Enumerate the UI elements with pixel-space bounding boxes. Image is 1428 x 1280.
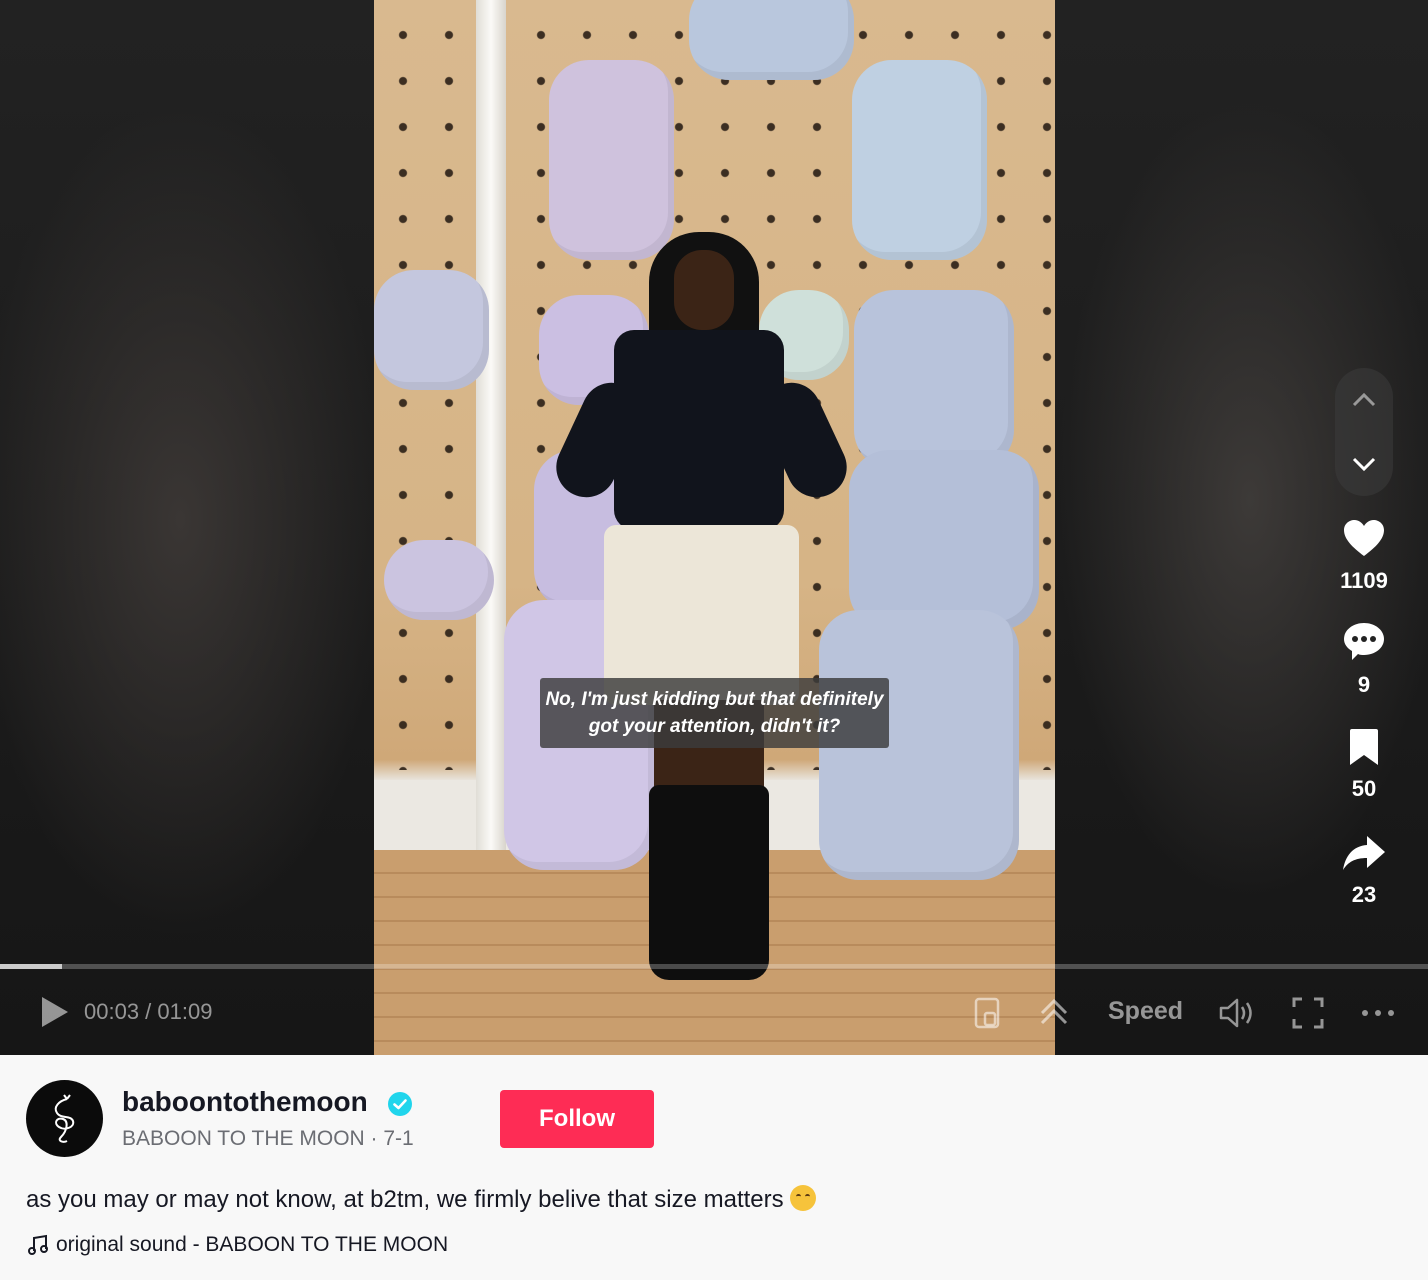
share-count: 23 — [1351, 882, 1377, 907]
blushing-face-icon — [789, 1185, 816, 1211]
comment-count: 9 — [1357, 672, 1371, 697]
author-username[interactable]: baboontothemoon — [122, 1086, 368, 1118]
bag-blue-backpack — [852, 60, 987, 260]
bag-blue-duffel-1 — [854, 290, 1014, 470]
video-navigation — [1335, 368, 1393, 496]
more-options-button[interactable] — [1360, 995, 1396, 1031]
next-video-button[interactable] — [1335, 432, 1393, 496]
more-icon — [1362, 1010, 1394, 1016]
bag-blue-top — [689, 0, 854, 80]
play-icon — [42, 997, 68, 1027]
bag-lilac-backpack — [549, 60, 674, 260]
time-display: 00:03 / 01:09 — [84, 999, 213, 1024]
bag-sling-left — [374, 270, 489, 390]
like-count: 1109 — [1340, 568, 1388, 593]
chevron-up-icon — [1352, 392, 1376, 407]
share-action: 23 — [1324, 834, 1404, 908]
chevron-down-icon — [1352, 457, 1376, 472]
follow-button[interactable]: Follow — [500, 1090, 654, 1148]
baboon-logo-icon — [54, 1093, 74, 1143]
player-controls: 00:03 / 01:09 Speed — [0, 985, 1428, 1040]
picture-in-picture-icon — [974, 997, 1000, 1029]
post-info: baboontothemoon BABOON TO THE MOON · 7-1… — [0, 1055, 1428, 1280]
video-player: No, I'm just kidding but that definitely… — [0, 0, 1428, 1055]
video-subtitle: No, I'm just kidding but that definitely… — [540, 678, 889, 748]
author-display-name-date: BABOON TO THE MOON · 7-1 — [122, 1127, 414, 1150]
person-face — [674, 250, 734, 330]
avatar[interactable] — [26, 1080, 103, 1157]
bag-sling-left-2 — [384, 540, 494, 620]
post-caption: as you may or may not know, at b2tm, we … — [26, 1185, 816, 1214]
bookmark-icon[interactable] — [1348, 728, 1380, 766]
fullscreen-button[interactable] — [1290, 995, 1326, 1031]
save-count: 50 — [1351, 776, 1377, 801]
person-sweater — [614, 330, 784, 530]
autoscroll-icon — [1040, 998, 1068, 1025]
previous-video-button[interactable] — [1335, 368, 1393, 432]
subtitle-line-1: No, I'm just kidding but that definitely — [545, 689, 884, 710]
white-pipe — [476, 0, 506, 850]
heart-icon[interactable] — [1342, 518, 1386, 558]
person-boots — [649, 785, 769, 980]
volume-icon — [1219, 998, 1252, 1028]
video-frame[interactable]: No, I'm just kidding but that definitely… — [374, 0, 1055, 1055]
volume-button[interactable] — [1218, 995, 1254, 1031]
progress-bar[interactable] — [0, 964, 1428, 969]
music-note-icon — [28, 1234, 48, 1255]
like-action: 1109 — [1324, 518, 1404, 594]
caption-text: as you may or may not know, at b2tm, we … — [26, 1186, 784, 1213]
speed-button[interactable]: Speed — [1108, 997, 1183, 1026]
bag-blue-duffel-2 — [849, 450, 1039, 630]
play-button[interactable] — [38, 995, 72, 1029]
comment-icon[interactable] — [1342, 620, 1386, 662]
share-icon[interactable] — [1341, 834, 1387, 872]
music-title: original sound - BABOON TO THE MOON — [56, 1233, 449, 1256]
music-link[interactable]: original sound - BABOON TO THE MOON — [28, 1233, 448, 1257]
fullscreen-icon — [1292, 997, 1324, 1029]
progress-fill — [0, 964, 63, 969]
comment-action: 9 — [1324, 620, 1404, 698]
verified-badge-icon — [388, 1092, 412, 1116]
autoscroll-button[interactable] — [1036, 995, 1072, 1031]
save-action: 50 — [1324, 728, 1404, 802]
picture-in-picture-button[interactable] — [970, 995, 1006, 1031]
subtitle-line-2: got your attention, didn't it? — [588, 716, 841, 737]
